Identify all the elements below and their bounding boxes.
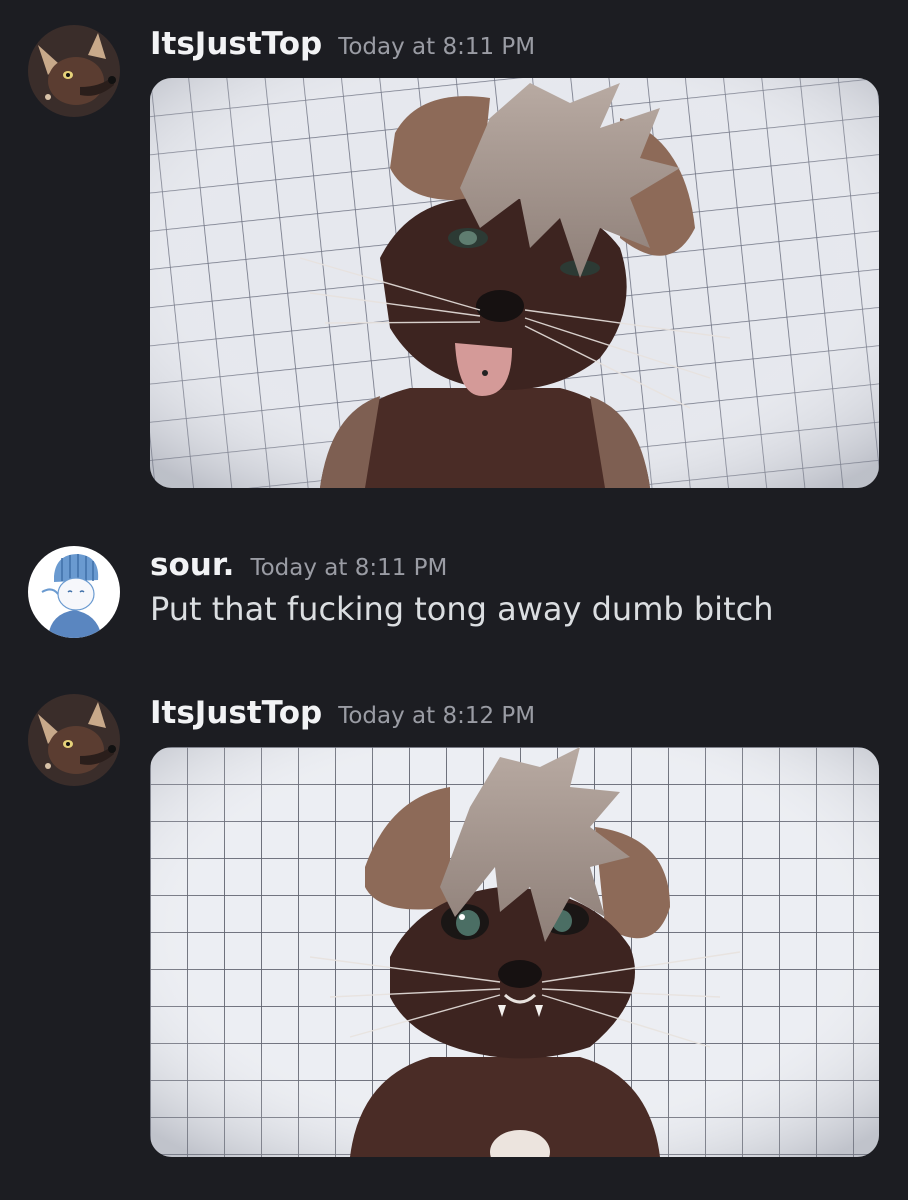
beanie-avatar-icon — [28, 546, 120, 638]
avatar[interactable] — [28, 25, 120, 117]
username[interactable]: ItsJustTop — [150, 26, 322, 62]
fox-avatar-icon — [28, 694, 120, 786]
chat-log: ItsJustTop Today at 8:11 PM sour. Today … — [0, 0, 908, 1200]
timestamp[interactable]: Today at 8:12 PM — [338, 703, 535, 729]
message-header: ItsJustTop Today at 8:11 PM — [150, 26, 535, 62]
avatar-screenshot-image — [150, 78, 879, 488]
image-attachment[interactable] — [150, 78, 879, 488]
image-attachment[interactable] — [150, 747, 879, 1157]
timestamp[interactable]: Today at 8:11 PM — [338, 34, 535, 60]
fox-avatar-icon — [28, 25, 120, 117]
timestamp[interactable]: Today at 8:11 PM — [250, 555, 447, 581]
message-content: Put that fucking tong away dumb bitch — [150, 590, 774, 628]
username[interactable]: sour. — [150, 547, 234, 583]
avatar[interactable] — [28, 546, 120, 638]
avatar[interactable] — [28, 694, 120, 786]
username[interactable]: ItsJustTop — [150, 695, 322, 731]
message-header: sour. Today at 8:11 PM — [150, 547, 447, 583]
avatar-screenshot-image — [150, 747, 879, 1157]
message-header: ItsJustTop Today at 8:12 PM — [150, 695, 535, 731]
